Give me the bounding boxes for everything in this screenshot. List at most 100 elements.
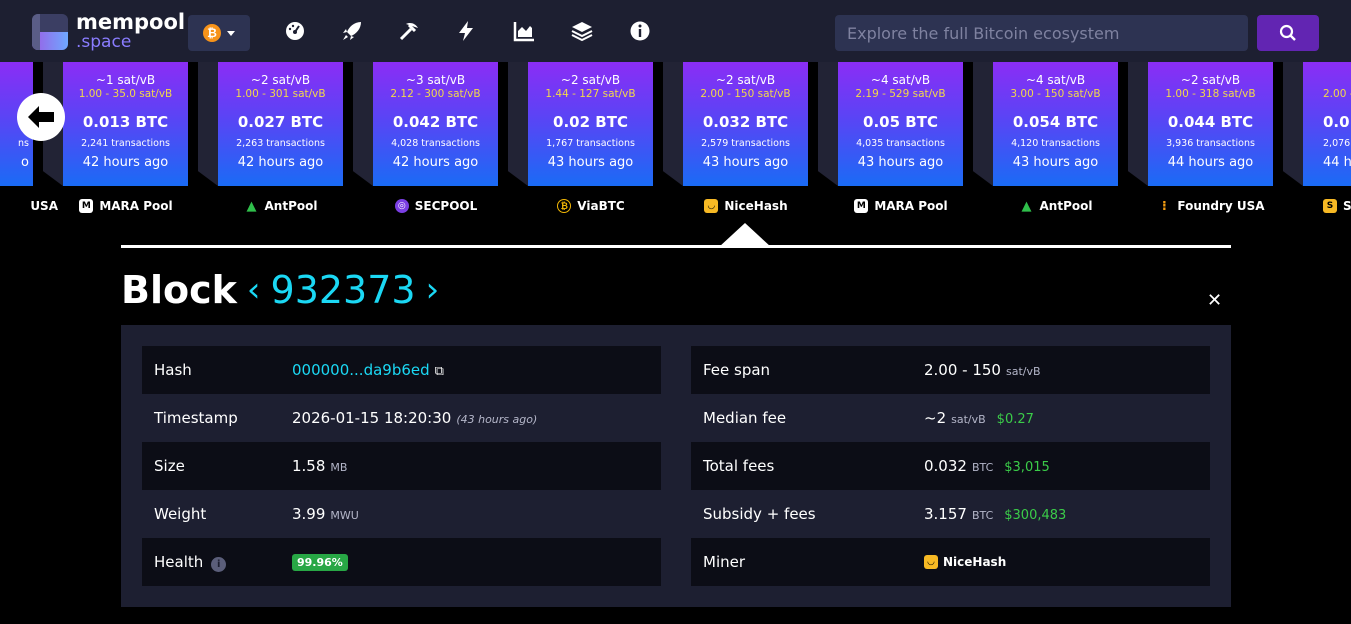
block-fee-range: 1.00 - 318 sat/vB xyxy=(1165,88,1256,100)
pool-label[interactable]: ◡ NiceHash xyxy=(666,199,826,213)
info-icon[interactable]: i xyxy=(211,556,227,572)
block-median-fee: ~4 sat/vB xyxy=(1025,73,1086,87)
blockchain-blocks: C ns o USA ~1 sat/vB 1.00 - 35.0 sat/vB … xyxy=(0,62,1351,222)
graphs-icon[interactable] xyxy=(513,20,535,42)
block-time: 43 hours ago xyxy=(857,155,944,170)
block-card-partial-right[interactable]: 2.00 - 0.0 2,076 44 h SS xyxy=(1283,62,1351,213)
block-card[interactable]: ~4 sat/vB 3.00 - 150 sat/vB 0.054 BTC 4,… xyxy=(973,62,1118,214)
block-tx-count: 1,767 transactions xyxy=(546,138,635,149)
lightning-icon[interactable] xyxy=(455,20,477,42)
block-title-word: Block xyxy=(121,268,237,312)
block-time: 44 hours ago xyxy=(1167,155,1254,170)
table-row: Size 1.58 MB xyxy=(142,442,661,490)
table-row: Fee span 2.00 - 150 sat/vB xyxy=(691,346,1210,394)
table-row: Median fee ~2 sat/vB $0.27 xyxy=(703,409,1034,427)
about-icon[interactable] xyxy=(629,20,651,42)
block-median-fee: ~3 sat/vB xyxy=(405,73,466,87)
block-total-fees: 0.054 BTC xyxy=(1012,113,1099,131)
next-block-button[interactable]: › xyxy=(426,270,440,310)
block-median-fee: ~2 sat/vB xyxy=(560,73,621,87)
health-badge: 99.96% xyxy=(292,553,348,571)
table-row: Miner ◡ NiceHash xyxy=(691,538,1210,586)
block-hash-link[interactable]: 000000...da9b6ed xyxy=(292,361,430,379)
block-time: 42 hours ago xyxy=(237,155,324,170)
table-row: Total fees 0.032 BTC $3,015 xyxy=(691,442,1210,490)
block-title: Block ‹ 932373 › xyxy=(121,268,449,312)
block-fee-range: 1.00 - 35.0 sat/vB xyxy=(78,88,173,100)
block-median-fee: ~2 sat/vB xyxy=(1180,73,1241,87)
block-fee-range: 2.19 - 529 sat/vB xyxy=(855,88,946,100)
block-tx-count: 4,035 transactions xyxy=(856,138,945,149)
antpool-icon: ▲ xyxy=(1021,198,1032,214)
dashboard-icon[interactable] xyxy=(284,20,306,42)
block-card[interactable]: ~1 sat/vB 1.00 - 35.0 sat/vB 0.013 BTC 2… xyxy=(43,62,188,213)
block-median-fee: ~2 sat/vB xyxy=(715,73,776,87)
block-tx-count: 2,241 transactions xyxy=(81,138,170,149)
bitcoin-icon: ₿ xyxy=(203,24,221,42)
caret-down-icon xyxy=(227,30,235,36)
logo-mark-icon xyxy=(32,14,68,50)
selected-block-pointer xyxy=(719,223,771,247)
previous-block-button[interactable]: ‹ xyxy=(247,270,261,310)
secpool-icon: ◎ xyxy=(394,199,409,213)
block-median-fee: ~4 sat/vB xyxy=(870,73,931,87)
nicehash-icon: ◡ xyxy=(924,555,938,569)
block-card-selected[interactable]: ~2 sat/vB 2.00 - 150 sat/vB 0.032 BTC 2,… xyxy=(663,62,808,213)
block-card[interactable]: ~2 sat/vB 1.00 - 301 sat/vB 0.027 BTC 2,… xyxy=(198,62,343,214)
pool-icon: S xyxy=(1323,199,1337,213)
block-tx-count: 4,028 transactions xyxy=(391,138,480,149)
table-row: Weight 3.99 MWU xyxy=(154,505,359,523)
block-total-fees: 0.027 BTC xyxy=(237,113,324,131)
block-card[interactable]: ~3 sat/vB 2.12 - 300 sat/vB 0.042 BTC 4,… xyxy=(353,62,498,213)
miner-link[interactable]: NiceHash xyxy=(943,555,1006,569)
block-fee-range: 2.12 - 300 sat/vB xyxy=(390,88,481,100)
pool-label[interactable]: ₿ ViaBTC xyxy=(511,199,671,213)
block-total-fees: 0.02 BTC xyxy=(553,113,628,131)
block-fee-range: 2.00 - 150 sat/vB xyxy=(700,88,791,100)
block-tx-count: 2,579 transactions xyxy=(701,138,790,149)
block-tx-count: 4,120 transactions xyxy=(1011,138,1100,149)
search-button[interactable] xyxy=(1257,15,1319,51)
block-total-fees: 0.013 BTC xyxy=(82,113,169,131)
block-details-left-table: Hash 000000...da9b6ed ⧉ Timestamp 2026-01… xyxy=(142,346,661,586)
pool-label[interactable]: ⁝ Foundry USA xyxy=(1131,198,1291,214)
network-selector-button[interactable]: ₿ xyxy=(188,15,250,51)
table-row: Hash 000000...da9b6ed ⧉ xyxy=(142,346,661,394)
foundry-icon: ⁝ xyxy=(1161,198,1167,214)
block-median-fee: ~2 sat/vB xyxy=(250,73,311,87)
block-time: 42 hours ago xyxy=(392,155,479,170)
antpool-icon: ▲ xyxy=(246,198,257,214)
search-input[interactable]: Explore the full Bitcoin ecosystem xyxy=(835,15,1248,51)
block-time: 43 hours ago xyxy=(547,155,634,170)
table-row: Subsidy + fees 3.157 BTC $300,483 xyxy=(703,505,1067,523)
block-card[interactable]: ~2 sat/vB 1.00 - 318 sat/vB 0.044 BTC 3,… xyxy=(1128,62,1273,214)
logo-text-bottom: .space xyxy=(76,32,132,52)
block-fee-range: 1.44 - 127 sat/vB xyxy=(545,88,636,100)
top-navbar: mempool .space ₿ Explore the full Bitcoi… xyxy=(0,0,1351,62)
block-time: 43 hours ago xyxy=(702,155,789,170)
block-card[interactable]: ~4 sat/vB 2.19 - 529 sat/vB 0.05 BTC 4,0… xyxy=(818,62,963,213)
block-card[interactable]: ~2 sat/vB 1.44 - 127 sat/vB 0.02 BTC 1,7… xyxy=(508,62,653,213)
docs-icon[interactable] xyxy=(571,20,593,42)
block-time: 42 hours ago xyxy=(82,155,169,170)
block-total-fees: 0.042 BTC xyxy=(392,113,479,131)
scroll-back-button[interactable] xyxy=(17,93,65,141)
arrow-left-icon xyxy=(28,106,54,128)
pool-label[interactable]: M MARA Pool xyxy=(821,199,981,213)
pool-label[interactable]: ◎ SECPOOL xyxy=(356,199,516,213)
mining-icon[interactable] xyxy=(398,20,420,42)
block-time: 43 hours ago xyxy=(1012,155,1099,170)
pool-label[interactable]: M MARA Pool xyxy=(46,199,206,213)
rocket-icon[interactable] xyxy=(341,20,363,42)
pool-label[interactable]: ▲ AntPool xyxy=(976,198,1136,214)
pool-label[interactable]: SS xyxy=(1323,199,1351,213)
block-median-fee: ~1 sat/vB xyxy=(95,73,156,87)
divider-line xyxy=(121,245,1231,248)
viabtc-icon: ₿ xyxy=(557,199,572,213)
search-icon xyxy=(1279,24,1296,41)
pool-label[interactable]: ▲ AntPool xyxy=(201,198,361,214)
close-icon[interactable]: ✕ xyxy=(1207,290,1222,311)
copy-icon[interactable]: ⧉ xyxy=(435,364,444,379)
mempool-logo[interactable]: mempool .space xyxy=(32,12,185,52)
mara-pool-icon: M xyxy=(79,199,94,213)
